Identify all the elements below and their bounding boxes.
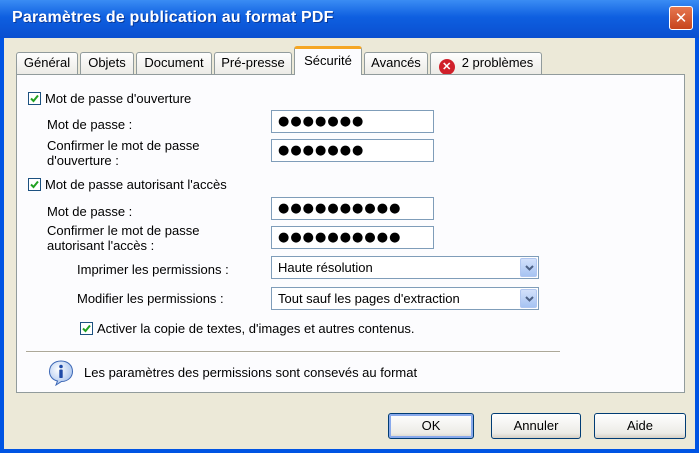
dialog-body: Général Objets Document Pré-presse Sécur… xyxy=(4,38,695,449)
access-password-input[interactable]: ●●●●●●●●●● xyxy=(271,197,434,220)
dialog-window: Paramètres de publication au format PDF … xyxy=(0,0,699,453)
error-icon: ✕ xyxy=(438,59,455,75)
access-password-label: Mot de passe autorisant l'accès xyxy=(45,177,227,192)
open-password-field-label: Mot de passe : xyxy=(47,117,133,132)
open-password-input[interactable]: ●●●●●●● xyxy=(271,110,434,133)
checkmark-icon xyxy=(30,180,39,189)
copy-content-checkbox[interactable] xyxy=(80,322,93,335)
print-permissions-dropdown-button[interactable] xyxy=(520,258,537,277)
access-password-field-label: Mot de passe : xyxy=(47,204,133,219)
close-button[interactable]: ✕ xyxy=(669,6,693,30)
open-password-label: Mot de passe d'ouverture xyxy=(45,91,192,106)
tab-security[interactable]: Sécurité xyxy=(294,46,362,75)
tab-problems-label: 2 problèmes xyxy=(461,55,534,70)
open-password-confirm-label: Confirmer le mot de passe d'ouverture : xyxy=(47,138,199,168)
open-password-confirm-label-line2: d'ouverture : xyxy=(47,153,119,168)
checkmark-icon xyxy=(82,324,91,333)
chevron-down-icon xyxy=(525,296,534,302)
help-button[interactable]: Aide xyxy=(594,413,686,439)
ok-button[interactable]: OK xyxy=(388,413,474,439)
window-title: Paramètres de publication au format PDF xyxy=(12,9,334,26)
open-password-confirm-label-line1: Confirmer le mot de passe xyxy=(47,138,200,153)
info-message: Les paramètres des permissions sont cons… xyxy=(84,365,418,380)
access-password-checkbox[interactable] xyxy=(28,178,41,191)
access-password-confirm-label-line2: autorisant l'accès : xyxy=(47,238,155,253)
print-permissions-value: Haute résolution xyxy=(278,260,373,275)
tab-advanced[interactable]: Avancés xyxy=(364,52,428,74)
copy-content-label: Activer la copie de textes, d'images et … xyxy=(97,321,415,336)
modify-permissions-label: Modifier les permissions : xyxy=(77,291,224,306)
info-icon xyxy=(48,360,74,386)
open-password-checkbox[interactable] xyxy=(28,92,41,105)
checkmark-icon xyxy=(30,94,39,103)
title-bar[interactable]: Paramètres de publication au format PDF … xyxy=(0,0,699,38)
tab-general[interactable]: Général xyxy=(16,52,78,74)
tab-prepress[interactable]: Pré-presse xyxy=(214,52,292,74)
modify-permissions-value: Tout sauf les pages d'extraction xyxy=(278,291,460,306)
access-password-confirm-label-line1: Confirmer le mot de passe xyxy=(47,223,200,238)
open-password-confirm-input[interactable]: ●●●●●●● xyxy=(271,139,434,162)
modify-permissions-dropdown-button[interactable] xyxy=(520,289,537,308)
print-permissions-select[interactable]: Haute résolution xyxy=(271,256,539,279)
tab-problems[interactable]: ✕ 2 problèmes xyxy=(430,52,542,75)
modify-permissions-select[interactable]: Tout sauf les pages d'extraction xyxy=(271,287,539,310)
separator xyxy=(26,351,560,353)
access-password-confirm-input[interactable]: ●●●●●●●●●● xyxy=(271,226,434,249)
print-permissions-label: Imprimer les permissions : xyxy=(77,262,229,277)
tab-document[interactable]: Document xyxy=(136,52,212,74)
access-password-confirm-label: Confirmer le mot de passe autorisant l'a… xyxy=(47,223,199,253)
tab-objects[interactable]: Objets xyxy=(80,52,134,74)
cancel-button[interactable]: Annuler xyxy=(491,413,581,439)
chevron-down-icon xyxy=(525,265,534,271)
